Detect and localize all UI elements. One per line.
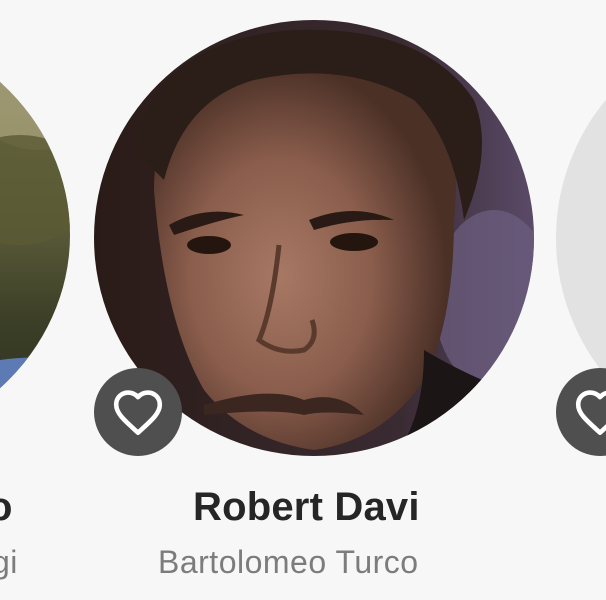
cast-carousel[interactable]: o gi Robert Davi Bartolomeo Turco	[0, 0, 606, 600]
cast-character: Bartolomeo Turco	[158, 544, 419, 580]
favorite-button[interactable]	[556, 368, 606, 456]
heart-outline-icon	[575, 390, 606, 436]
favorite-button[interactable]	[94, 368, 182, 456]
cast-character: gi	[0, 544, 18, 580]
cast-photo-image	[0, 20, 70, 450]
heart-outline-icon	[113, 390, 163, 436]
cast-name: o	[0, 485, 13, 529]
cast-photo[interactable]	[0, 20, 70, 450]
cast-name: Robert Davi	[193, 485, 420, 529]
